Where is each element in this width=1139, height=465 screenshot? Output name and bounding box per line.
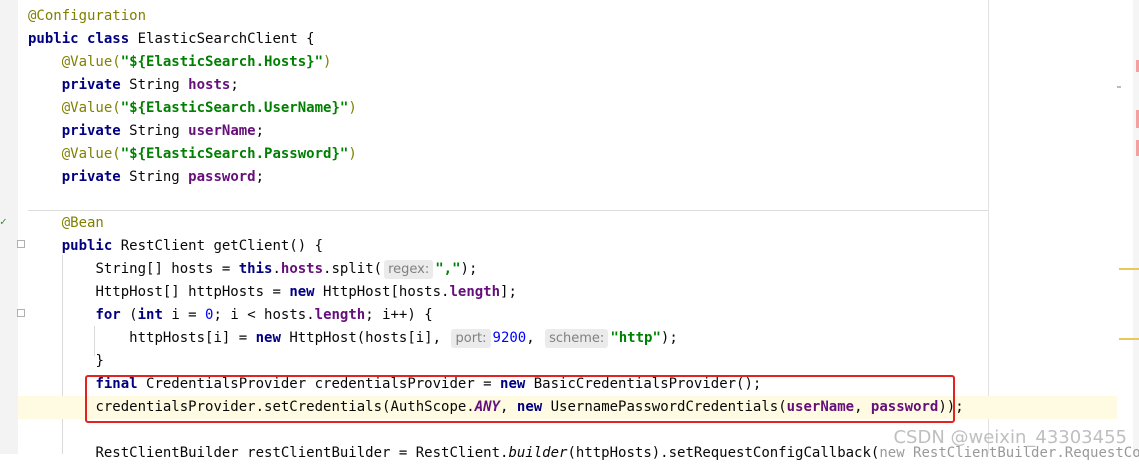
code-line: String[] hosts = this.hosts.split(regex:… bbox=[28, 258, 1117, 281]
annotation-token: ) bbox=[348, 146, 357, 162]
code-line: private String hosts; bbox=[28, 74, 1117, 97]
keyword-token: class bbox=[87, 31, 130, 47]
code-line: for (int i = 0; i < hosts.length; i++) { bbox=[28, 304, 1117, 327]
code-line: @Value("${ElasticSearch.Hosts}") bbox=[28, 51, 1117, 74]
code-text: ]; bbox=[500, 284, 517, 300]
parameter-hint: port: bbox=[451, 329, 491, 348]
bean-gutter-icon[interactable]: ✓ bbox=[0, 215, 7, 228]
string-token: "${ElasticSearch.Password}" bbox=[120, 146, 349, 162]
code-line: httpHosts[i] = new HttpHost(hosts[i], po… bbox=[28, 327, 1117, 350]
warning-stripe-mark[interactable] bbox=[1119, 338, 1139, 340]
code-text: , bbox=[526, 330, 535, 346]
code-text: RestClient getClient() { bbox=[112, 238, 324, 254]
code-text: HttpHost[] httpHosts = bbox=[95, 284, 290, 300]
field-token: length bbox=[449, 284, 501, 300]
annotation-token: @Configuration bbox=[28, 8, 147, 24]
fold-toggle-icon[interactable] bbox=[17, 309, 25, 317]
keyword-token: private bbox=[61, 123, 121, 139]
field-token: userName bbox=[188, 123, 256, 139]
code-text: HttpHost[hosts. bbox=[314, 284, 450, 300]
keyword-token: public bbox=[61, 238, 113, 254]
field-token: hosts bbox=[280, 261, 324, 277]
keyword-token: private bbox=[61, 169, 121, 185]
keyword-token: this bbox=[238, 261, 273, 277]
code-text: } bbox=[95, 353, 104, 369]
code-line: } bbox=[28, 350, 1117, 373]
keyword-token: for bbox=[95, 307, 121, 323]
code-text: RestClientBuilder restClientBuilder = Re… bbox=[95, 445, 509, 461]
code-line: public class ElasticSearchClient { bbox=[28, 28, 1117, 51]
annotation-token: @Bean bbox=[61, 215, 104, 231]
code-text: ; bbox=[255, 169, 265, 185]
code-line: @Configuration bbox=[28, 5, 1117, 28]
code-text: ; i < hosts. bbox=[213, 307, 315, 323]
annotation-token: @Value( bbox=[61, 100, 121, 116]
warning-stripe-mark[interactable] bbox=[1119, 268, 1139, 270]
highlight-box bbox=[85, 375, 955, 423]
code-text: ; bbox=[230, 77, 239, 93]
code-text: HttpHost(hosts[i], bbox=[280, 330, 442, 346]
parameter-hint: regex: bbox=[384, 260, 434, 279]
annotation-token: ) bbox=[323, 54, 332, 70]
code-text: String[] hosts = bbox=[95, 261, 239, 277]
fold-toggle-icon[interactable] bbox=[17, 240, 25, 248]
string-token: "," bbox=[435, 261, 461, 277]
scroll-indicator[interactable] bbox=[1117, 86, 1121, 88]
code-text: String bbox=[120, 77, 189, 93]
string-token: "${ElasticSearch.UserName}" bbox=[120, 100, 349, 116]
field-token: length bbox=[314, 307, 366, 323]
field-token: hosts bbox=[188, 77, 231, 93]
code-text: String bbox=[120, 123, 189, 139]
keyword-token: new bbox=[289, 284, 315, 300]
code-text: String bbox=[120, 169, 189, 185]
keyword-token: new bbox=[255, 330, 281, 346]
watermark: CSDN @weixin_43303455 bbox=[893, 427, 1127, 448]
number-token: 9200 bbox=[492, 330, 527, 346]
keyword-token: private bbox=[61, 77, 121, 93]
keyword-token: public bbox=[28, 31, 79, 47]
code-text: ElasticSearchClient { bbox=[129, 31, 315, 47]
code-line: private String userName; bbox=[28, 120, 1117, 143]
code-line: @Bean bbox=[28, 212, 1117, 235]
string-token: "http" bbox=[610, 330, 661, 346]
code-text: httpHosts[i] = bbox=[129, 330, 256, 346]
annotation-token: @Value( bbox=[61, 54, 121, 70]
code-line: HttpHost[] httpHosts = new HttpHost[host… bbox=[28, 281, 1117, 304]
code-text: ; bbox=[255, 123, 265, 139]
keyword-token: int bbox=[137, 307, 163, 323]
method-separator bbox=[28, 210, 988, 211]
code-text: ); bbox=[460, 261, 478, 277]
code-line: private String password; bbox=[28, 166, 1117, 189]
string-token: "${ElasticSearch.Hosts}" bbox=[120, 54, 324, 70]
code-text: ); bbox=[660, 330, 678, 346]
annotation-token: ) bbox=[348, 100, 357, 116]
method-token: builder bbox=[508, 445, 568, 461]
annotation-token: @Value( bbox=[61, 146, 121, 162]
code-line: public RestClient getClient() { bbox=[28, 235, 1117, 258]
code-text: ( bbox=[120, 307, 138, 323]
code-text: . bbox=[272, 261, 281, 277]
code-text: .split( bbox=[323, 261, 383, 277]
code-text: i = bbox=[162, 307, 206, 323]
code-text: (httpHosts).setRequestConfigCallback( bbox=[567, 445, 880, 461]
code-text: ; i++) { bbox=[365, 307, 433, 323]
parameter-hint: scheme: bbox=[545, 329, 609, 348]
field-token: password bbox=[188, 169, 256, 185]
code-line: @Value("${ElasticSearch.UserName}") bbox=[28, 97, 1117, 120]
code-line: @Value("${ElasticSearch.Password}") bbox=[28, 143, 1117, 166]
